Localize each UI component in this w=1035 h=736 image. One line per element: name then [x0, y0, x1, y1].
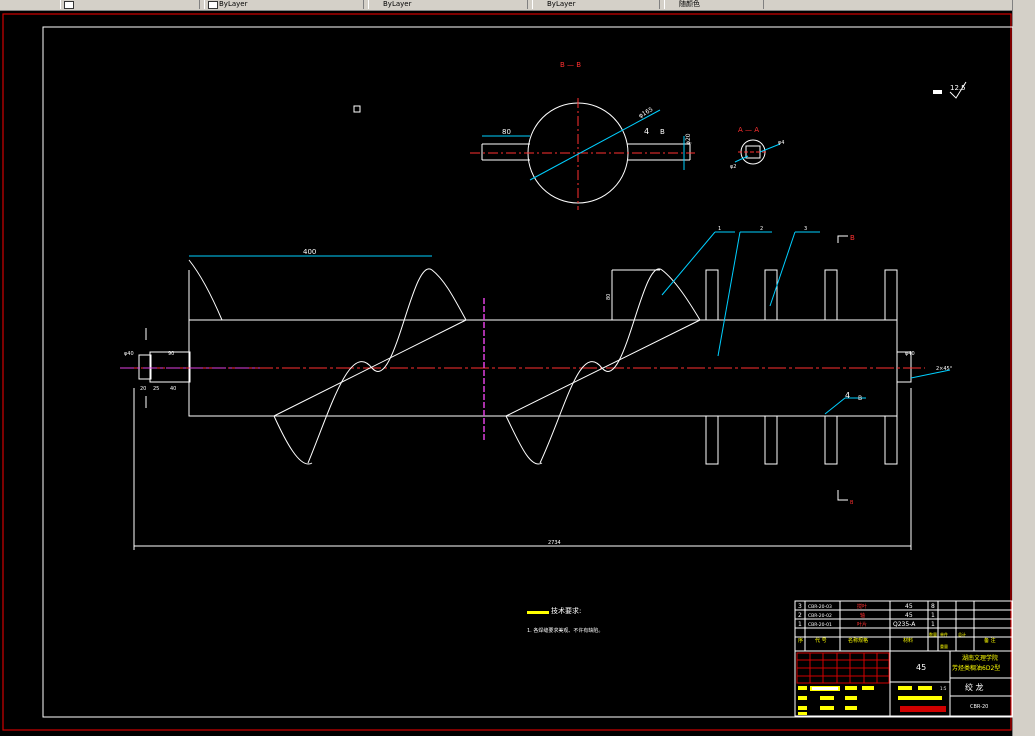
section-label-top: B — B	[560, 61, 581, 69]
section-mark-b-bottom: B	[850, 500, 854, 506]
drawing-name: 绞 龙	[965, 682, 984, 692]
section-label-small: A — A	[738, 126, 759, 134]
part-3-qty: 8	[931, 603, 935, 610]
weld-label-section: B	[660, 128, 665, 136]
white-label-block	[812, 687, 838, 690]
tech-requirements-title: 技术要求:	[551, 606, 581, 615]
vertical-scrollbar[interactable]	[1012, 0, 1035, 736]
toolbar-item-color[interactable]	[60, 0, 200, 9]
balloon-3: 3	[804, 226, 807, 232]
part-1-no: 1	[798, 621, 802, 628]
color-swatch-icon	[64, 1, 74, 9]
section-view-bb: 80 φ165 φ20 4 B	[470, 98, 695, 210]
part-3-no: 3	[798, 603, 802, 610]
header-no: 序	[798, 637, 803, 644]
header-material: 材料	[903, 637, 913, 644]
toolbar-item-label: 随颜色	[679, 0, 700, 8]
part-2-code: CBR-20-02	[808, 613, 832, 619]
dim-shaft-left: φ40	[124, 351, 134, 357]
toolbar-item-lineweight[interactable]: ByLayer	[532, 0, 660, 9]
balloon-1: 1	[718, 226, 721, 232]
dim-pitch: 400	[303, 248, 316, 256]
cad-drawing-canvas[interactable]: B — B 80 φ165 φ20 4 B A — A φ4 φ2 12.5 4…	[0, 10, 1013, 736]
header-weight: 重量	[940, 643, 948, 649]
weld-label: B	[858, 395, 862, 402]
toolbar-item-plotstyle[interactable]: 随颜色	[664, 0, 764, 9]
layer-icon	[208, 1, 218, 9]
title-material: 45	[916, 663, 926, 672]
dim-total-length: 2734	[548, 540, 561, 546]
header-unit-weight: 单件	[940, 631, 948, 637]
part-3-material: 45	[905, 603, 913, 610]
roughness-block	[933, 90, 942, 94]
scale-value: 1:5	[940, 686, 947, 691]
section-view-aa: A — A φ4 φ2	[730, 126, 784, 170]
drawing-code: CBR-20	[970, 704, 988, 710]
part-2-qty: 1	[931, 612, 935, 619]
weld-symbol: 4	[845, 391, 850, 400]
header-code: 代 号	[815, 637, 827, 644]
balloon-2: 2	[760, 226, 763, 232]
school-name: 湖南文理学院	[962, 654, 998, 662]
part-2-no: 2	[798, 612, 802, 619]
dim-left-25: 25	[153, 386, 159, 392]
dim-small-b: φ2	[730, 164, 736, 170]
roughness-value: 12.5	[950, 84, 966, 92]
toolbar-item-layer[interactable]: ByLayer	[204, 0, 364, 9]
part-2-material: 45	[905, 612, 913, 619]
part-2-name: 轴	[860, 612, 865, 619]
header-qty: 数量	[929, 631, 937, 637]
title-block: 3 CBR-20-03 搅叶 45 8 2 CBR-20-02 轴 45 1 1…	[794, 600, 1013, 717]
dim-small-a: φ4	[778, 140, 784, 146]
toolbar-item-linetype[interactable]: ByLayer	[368, 0, 528, 9]
dim-flight-height: 80	[606, 294, 612, 300]
red-stamp-block	[900, 706, 946, 712]
part-1-qty: 1	[931, 621, 935, 628]
part-3-code: CBR-20-03	[808, 604, 832, 610]
dim-key-depth: φ20	[685, 133, 692, 145]
part-3-name: 搅叶	[857, 603, 867, 610]
toolbar-item-label: ByLayer	[547, 0, 576, 8]
header-note: 备 注	[984, 637, 996, 644]
tech-title-bar	[527, 611, 549, 614]
section-mark-b-top: B	[850, 234, 855, 242]
small-square-marker	[353, 105, 361, 113]
dim-left-40: 40	[170, 386, 176, 392]
part-1-material: Q235-A	[893, 621, 916, 628]
toolbar-item-label: ByLayer	[219, 0, 248, 8]
part-1-name: 叶片	[857, 621, 867, 628]
toolbar-item-label: ByLayer	[383, 0, 412, 8]
dim-left-90: 90	[168, 351, 174, 357]
header-name: 名称规格	[848, 637, 868, 644]
signature-grid	[796, 652, 890, 684]
main-view: 400 80 2734 φ40 20 25 40 90 φ40 2×45° B …	[120, 226, 953, 550]
part-1-code: CBR-20-01	[808, 622, 832, 628]
dim-key-width: 80	[502, 128, 511, 136]
dim-shaft-right: φ40	[905, 351, 915, 357]
tech-requirements-note: 1. 各焊缝要求美观、不许有缺陷。	[527, 627, 603, 634]
header-total-weight: 总计	[958, 631, 966, 637]
weld-symbol-section: 4	[644, 127, 649, 136]
design-title: 芳烃类稠油6D2型	[952, 664, 1000, 672]
dim-left-20: 20	[140, 386, 146, 392]
